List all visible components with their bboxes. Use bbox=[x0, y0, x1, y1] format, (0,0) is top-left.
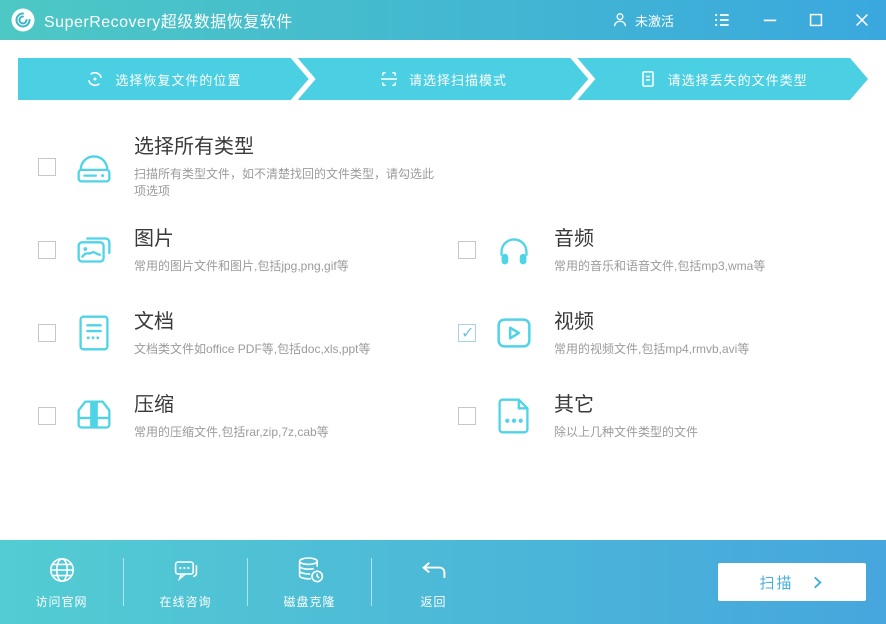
file-type-item-audio[interactable]: 音频 常用的音乐和语音文件,包括mp3,wma等 bbox=[458, 219, 886, 281]
app-logo-icon bbox=[10, 7, 36, 33]
checkbox-audio[interactable] bbox=[458, 241, 476, 259]
file-type-title: 音频 bbox=[554, 227, 594, 250]
file-type-item-other[interactable]: 其它 除以上几种文件类型的文件 bbox=[458, 385, 886, 447]
chevron-right-icon bbox=[813, 576, 822, 588]
file-type-item-archive[interactable]: 压缩 常用的压缩文件,包括rar,zip,7z,cab等 bbox=[38, 385, 443, 447]
file-type-description: 除以上几种文件类型的文件 bbox=[554, 424, 699, 439]
app-title: SuperRecovery超级数据恢复软件 bbox=[44, 14, 293, 31]
file-type-item-video[interactable]: 视频 常用的视频文件,包括mp4,rmvb,avi等 bbox=[458, 302, 886, 364]
user-icon bbox=[613, 13, 627, 27]
file-type-description: 常用的视频文件,包括mp4,rmvb,avi等 bbox=[554, 341, 750, 356]
back-icon bbox=[421, 562, 445, 578]
footer-action-website[interactable]: 访问官网 bbox=[0, 554, 123, 610]
scan-button-label: 扫描 bbox=[759, 574, 794, 592]
scan-button[interactable]: 扫描 bbox=[718, 563, 866, 601]
close-button[interactable] bbox=[852, 10, 872, 30]
file-type-description: 常用的音乐和语音文件,包括mp3,wma等 bbox=[554, 258, 766, 273]
checkbox-all-types[interactable] bbox=[38, 158, 56, 176]
step-scan-mode[interactable]: 请选择扫描模式 bbox=[298, 58, 589, 100]
footer-action-label: 磁盘克隆 bbox=[283, 595, 336, 609]
checkbox-archive[interactable] bbox=[38, 407, 56, 425]
footer-action-label: 返回 bbox=[420, 595, 447, 609]
menu-list-icon[interactable] bbox=[712, 10, 732, 30]
checkbox-documents[interactable] bbox=[38, 324, 56, 342]
titlebar: SuperRecovery超级数据恢复软件 未激活 bbox=[0, 0, 886, 40]
sync-icon bbox=[85, 69, 105, 89]
file-type-title: 视频 bbox=[554, 310, 594, 333]
other-file-icon bbox=[491, 393, 537, 439]
footer-action-diskclone[interactable]: 磁盘克隆 bbox=[248, 554, 371, 610]
footer-action-support[interactable]: 在线咨询 bbox=[124, 554, 247, 610]
step-label: 请选择扫描模式 bbox=[409, 72, 508, 88]
footer-action-back[interactable]: 返回 bbox=[372, 554, 495, 610]
file-icon bbox=[638, 69, 658, 89]
activation-status[interactable]: 未激活 bbox=[610, 10, 674, 30]
footer-action-label: 在线咨询 bbox=[159, 595, 212, 609]
drive-icon bbox=[71, 144, 117, 190]
document-icon bbox=[71, 310, 117, 356]
activation-label: 未激活 bbox=[634, 13, 674, 29]
step-label: 请选择丢失的文件类型 bbox=[667, 72, 808, 88]
footer-action-label: 访问官网 bbox=[35, 595, 88, 609]
file-type-description: 常用的图片文件和图片,包括jpg,png,gif等 bbox=[134, 258, 349, 273]
step-recover-location[interactable]: 选择恢复文件的位置 bbox=[18, 58, 309, 100]
file-type-description: 扫描所有类型文件，如不清楚找回的文件类型，请勾选此项选项 bbox=[134, 167, 435, 198]
headphones-icon bbox=[491, 227, 537, 273]
step-label: 选择恢复文件的位置 bbox=[115, 72, 242, 88]
file-type-description: 文档类文件如office PDF等,包括doc,xls,ppt等 bbox=[134, 341, 371, 356]
checkbox-video[interactable] bbox=[458, 323, 476, 343]
file-type-description: 常用的压缩文件,包括rar,zip,7z,cab等 bbox=[134, 424, 329, 439]
file-type-title: 压缩 bbox=[134, 393, 174, 416]
disk-clone-icon bbox=[298, 557, 323, 583]
video-play-icon bbox=[491, 310, 537, 356]
app-window: SuperRecovery超级数据恢复软件 未激活 选择恢复文件的位置 请选择扫… bbox=[0, 0, 886, 624]
file-type-title: 选择所有类型 bbox=[134, 136, 254, 158]
chat-icon bbox=[174, 561, 197, 582]
step-file-types[interactable]: 请选择丢失的文件类型 bbox=[577, 58, 868, 100]
file-type-item-all[interactable]: 选择所有类型 扫描所有类型文件，如不清楚找回的文件类型，请勾选此项选项 bbox=[38, 136, 443, 198]
globe-icon bbox=[49, 558, 74, 582]
file-type-item-documents[interactable]: 文档 文档类文件如office PDF等,包括doc,xls,ppt等 bbox=[38, 302, 443, 364]
checkbox-images[interactable] bbox=[38, 241, 56, 259]
minimize-button[interactable] bbox=[760, 10, 780, 30]
maximize-button[interactable] bbox=[806, 10, 826, 30]
wizard-steps: 选择恢复文件的位置 请选择扫描模式 请选择丢失的文件类型 bbox=[0, 40, 886, 110]
file-type-panel: 选择所有类型 扫描所有类型文件，如不清楚找回的文件类型，请勾选此项选项 图片 常… bbox=[0, 110, 886, 540]
file-type-item-images[interactable]: 图片 常用的图片文件和图片,包括jpg,png,gif等 bbox=[38, 219, 443, 281]
file-type-title: 图片 bbox=[134, 227, 174, 250]
archive-icon bbox=[71, 393, 117, 439]
checkbox-other[interactable] bbox=[458, 407, 476, 425]
image-icon bbox=[71, 227, 117, 273]
file-type-title: 文档 bbox=[134, 310, 174, 333]
scan-frame-icon bbox=[379, 69, 399, 89]
file-type-title: 其它 bbox=[554, 393, 594, 416]
footer-bar: 访问官网 在线咨询 磁盘克隆 返回 扫描 bbox=[0, 540, 886, 624]
